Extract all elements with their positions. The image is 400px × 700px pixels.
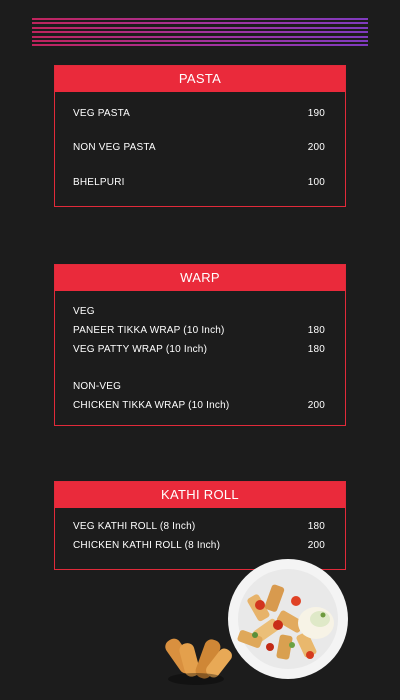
item-name: VEG PASTA [73, 108, 131, 119]
item-price: 180 [307, 521, 325, 532]
menu-item: PANEER TIKKA WRAP (10 Inch) 180 [73, 325, 325, 336]
item-name: VEG PATTY WRAP (10 Inch) [73, 344, 208, 355]
item-name: VEG KATHI ROLL (8 Inch) [73, 521, 196, 532]
pasta-plate-image [228, 559, 348, 679]
food-image [165, 559, 348, 685]
menu-item: VEG PATTY WRAP (10 Inch) 180 [73, 344, 325, 355]
group-label-veg: VEG [73, 306, 95, 317]
section-title: WARP [55, 265, 345, 291]
decorative-stripes [32, 18, 368, 49]
menu-section-warp: WARP VEG PANEER TIKKA WRAP (10 Inch) 180… [54, 264, 346, 426]
item-price: 180 [307, 344, 325, 355]
item-name: CHICKEN KATHI ROLL (8 Inch) [73, 540, 221, 551]
section-title: KATHI ROLL [55, 482, 345, 508]
item-price: 190 [307, 108, 325, 119]
section-title: PASTA [55, 66, 345, 92]
menu-item: VEG KATHI ROLL (8 Inch) 180 [73, 521, 325, 532]
item-price: 180 [307, 325, 325, 336]
item-price: 100 [307, 177, 325, 188]
menu-item: NON VEG PASTA 200 [73, 142, 325, 153]
group-label-nonveg: NON-VEG [73, 381, 122, 392]
item-name: PANEER TIKKA WRAP (10 Inch) [73, 325, 225, 336]
item-price: 200 [307, 142, 325, 153]
item-price: 200 [307, 400, 325, 411]
item-price: 200 [307, 540, 325, 551]
fried-snacks-image [165, 638, 232, 685]
menu-item: VEG PASTA 190 [73, 108, 325, 119]
menu-item: CHICKEN KATHI ROLL (8 Inch) 200 [73, 540, 325, 551]
item-name: NON VEG PASTA [73, 142, 156, 153]
item-name: BHELPURI [73, 177, 125, 188]
item-name: CHICKEN TIKKA WRAP (10 Inch) [73, 400, 230, 411]
menu-item: BHELPURI 100 [73, 177, 325, 188]
menu-item: CHICKEN TIKKA WRAP (10 Inch) 200 [73, 400, 325, 411]
menu-section-pasta: PASTA VEG PASTA 190 NON VEG PASTA 200 BH… [54, 65, 346, 207]
